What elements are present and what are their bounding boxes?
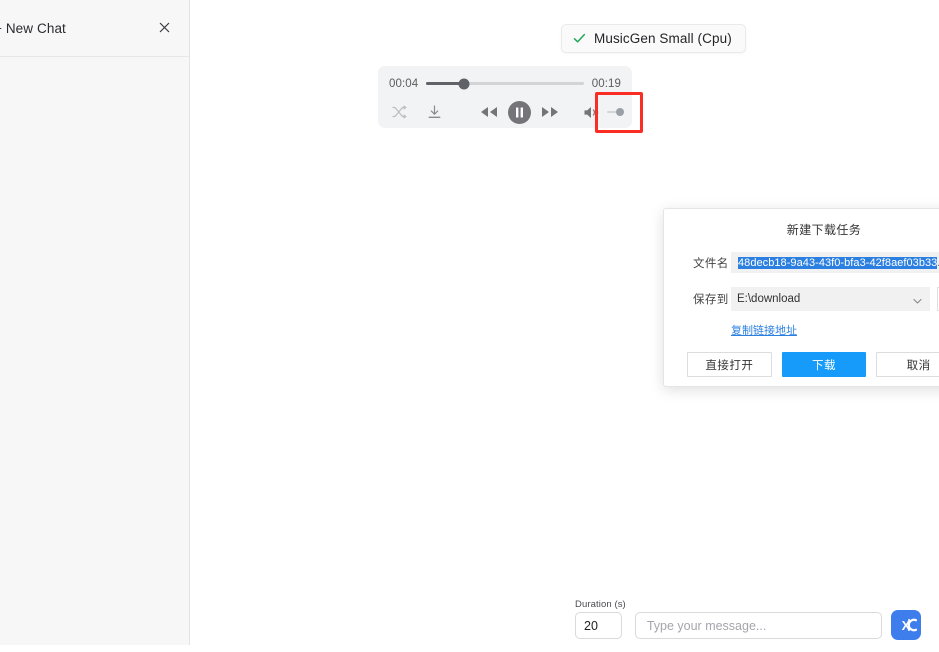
copy-link-button[interactable]: 复制链接地址: [731, 322, 797, 338]
volume-slider[interactable]: [607, 108, 624, 116]
duration-label: Duration (s): [575, 599, 626, 610]
download-button[interactable]: 下载: [781, 352, 867, 377]
total-time-label: 00:19: [591, 77, 621, 90]
progress-slider[interactable]: [426, 78, 584, 89]
open-directly-button[interactable]: 直接打开: [687, 352, 772, 377]
filename-selected-text: 48decb18-9a43-43f0-bfa3-42f8aef03b33: [738, 256, 938, 269]
current-time-label: 00:04: [389, 77, 419, 90]
filename-row: 文件名 48decb18-9a43-43f0-bfa3-42f8aef03b33…: [664, 252, 939, 273]
download-dialog: 新建下载任务 文件名 48decb18-9a43-43f0-bfa3-42f8a…: [663, 208, 939, 387]
duration-group: Duration (s): [575, 599, 626, 639]
dialog-buttons: 直接打开 下载 取消: [664, 352, 939, 377]
volume-icon[interactable]: [583, 103, 600, 121]
composer-bar: Duration (s) X: [575, 599, 921, 640]
fast-forward-icon[interactable]: [540, 102, 560, 122]
audio-player: 00:04 00:19: [378, 66, 632, 128]
saveto-value: E:\download: [737, 293, 801, 305]
app-logo-icon[interactable]: X: [891, 610, 921, 640]
sidebar-header: + New Chat: [0, 0, 189, 57]
check-icon: [573, 32, 586, 45]
chat-history-list: [0, 57, 189, 644]
saveto-label: 保存到: [693, 294, 729, 306]
new-chat-button[interactable]: + New Chat: [0, 21, 66, 36]
filename-label: 文件名: [693, 257, 729, 270]
volume-thumb[interactable]: [616, 108, 624, 116]
saveto-row: 保存到 E:\download: [664, 287, 939, 311]
message-input[interactable]: [634, 612, 882, 639]
model-name-label: MusicGen Small (Cpu): [594, 31, 732, 46]
shuffle-icon[interactable]: [391, 102, 407, 122]
dialog-title: 新建下载任务: [786, 223, 862, 237]
player-progress-row: 00:04 00:19: [389, 75, 621, 92]
app-root: + New Chat MusicGen Small (Cpu) 00:04 00…: [0, 0, 939, 652]
rewind-icon[interactable]: [479, 102, 499, 122]
duration-input[interactable]: [575, 612, 622, 639]
close-icon[interactable]: [156, 18, 173, 38]
main-content: MusicGen Small (Cpu) 00:04 00:19 新建下载任务 …: [190, 0, 939, 652]
player-controls-row: [389, 94, 624, 130]
saveto-select[interactable]: E:\download: [731, 287, 930, 311]
filename-input[interactable]: 48decb18-9a43-43f0-bfa3-42f8aef03b33 .wa…: [731, 252, 939, 273]
download-icon[interactable]: [426, 102, 443, 122]
progress-thumb[interactable]: [458, 78, 470, 89]
cancel-button[interactable]: 取消: [876, 352, 939, 377]
chevron-down-icon: [912, 294, 923, 305]
model-status-badge: MusicGen Small (Cpu): [561, 24, 746, 53]
pause-icon[interactable]: [508, 100, 531, 124]
sidebar: + New Chat: [0, 0, 190, 645]
